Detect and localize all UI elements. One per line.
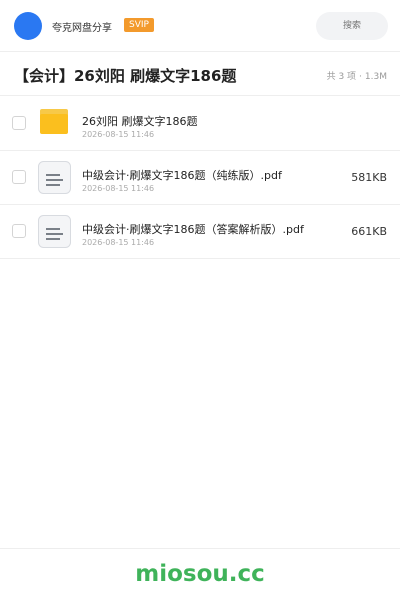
site-logo[interactable]: miosou.cc: [0, 561, 400, 587]
select-checkbox[interactable]: [12, 170, 26, 184]
file-name: 26刘阳 刷爆文字186题: [82, 115, 198, 128]
share-summary: 共 3 项 · 1.3M: [327, 69, 387, 82]
footer: miosou.cc: [0, 548, 400, 600]
file-date: 2026-08-15 11:46: [82, 184, 155, 193]
avatar[interactable]: [14, 12, 42, 40]
search-input[interactable]: [316, 12, 388, 40]
share-title-row: 【会计】26刘阳 刷爆文字186题 共 3 项 · 1.3M: [0, 52, 400, 96]
file-date: 2026-08-15 11:46: [82, 238, 155, 247]
app-title: 夸克网盘分享: [52, 23, 112, 34]
select-checkbox[interactable]: [12, 116, 26, 130]
summary-separator: ·: [359, 72, 362, 82]
file-name: 中级会计·刷爆文字186题（答案解析版）.pdf: [82, 223, 304, 236]
folder-icon: [40, 109, 68, 134]
header-bar: 夸克网盘分享 SVIP: [0, 0, 400, 52]
document-icon: [38, 161, 71, 194]
file-row-document[interactable]: 中级会计·刷爆文字186题（纯练版）.pdf 2026-08-15 11:46 …: [0, 151, 400, 205]
file-date: 2026-08-15 11:46: [82, 130, 155, 139]
file-size: 581KB: [351, 171, 387, 184]
file-name: 中级会计·刷爆文字186题（纯练版）.pdf: [82, 169, 282, 182]
document-icon: [38, 215, 71, 248]
svip-badge[interactable]: SVIP: [124, 18, 154, 32]
total-size: 1.3M: [364, 72, 387, 82]
page-title: 【会计】26刘阳 刷爆文字186题: [14, 67, 237, 85]
file-row-document[interactable]: 中级会计·刷爆文字186题（答案解析版）.pdf 2026-08-15 11:4…: [0, 205, 400, 259]
file-size: 661KB: [351, 225, 387, 238]
file-row-folder[interactable]: 26刘阳 刷爆文字186题 2026-08-15 11:46: [0, 97, 400, 151]
select-checkbox[interactable]: [12, 224, 26, 238]
item-count: 共 3 项: [326, 72, 357, 82]
